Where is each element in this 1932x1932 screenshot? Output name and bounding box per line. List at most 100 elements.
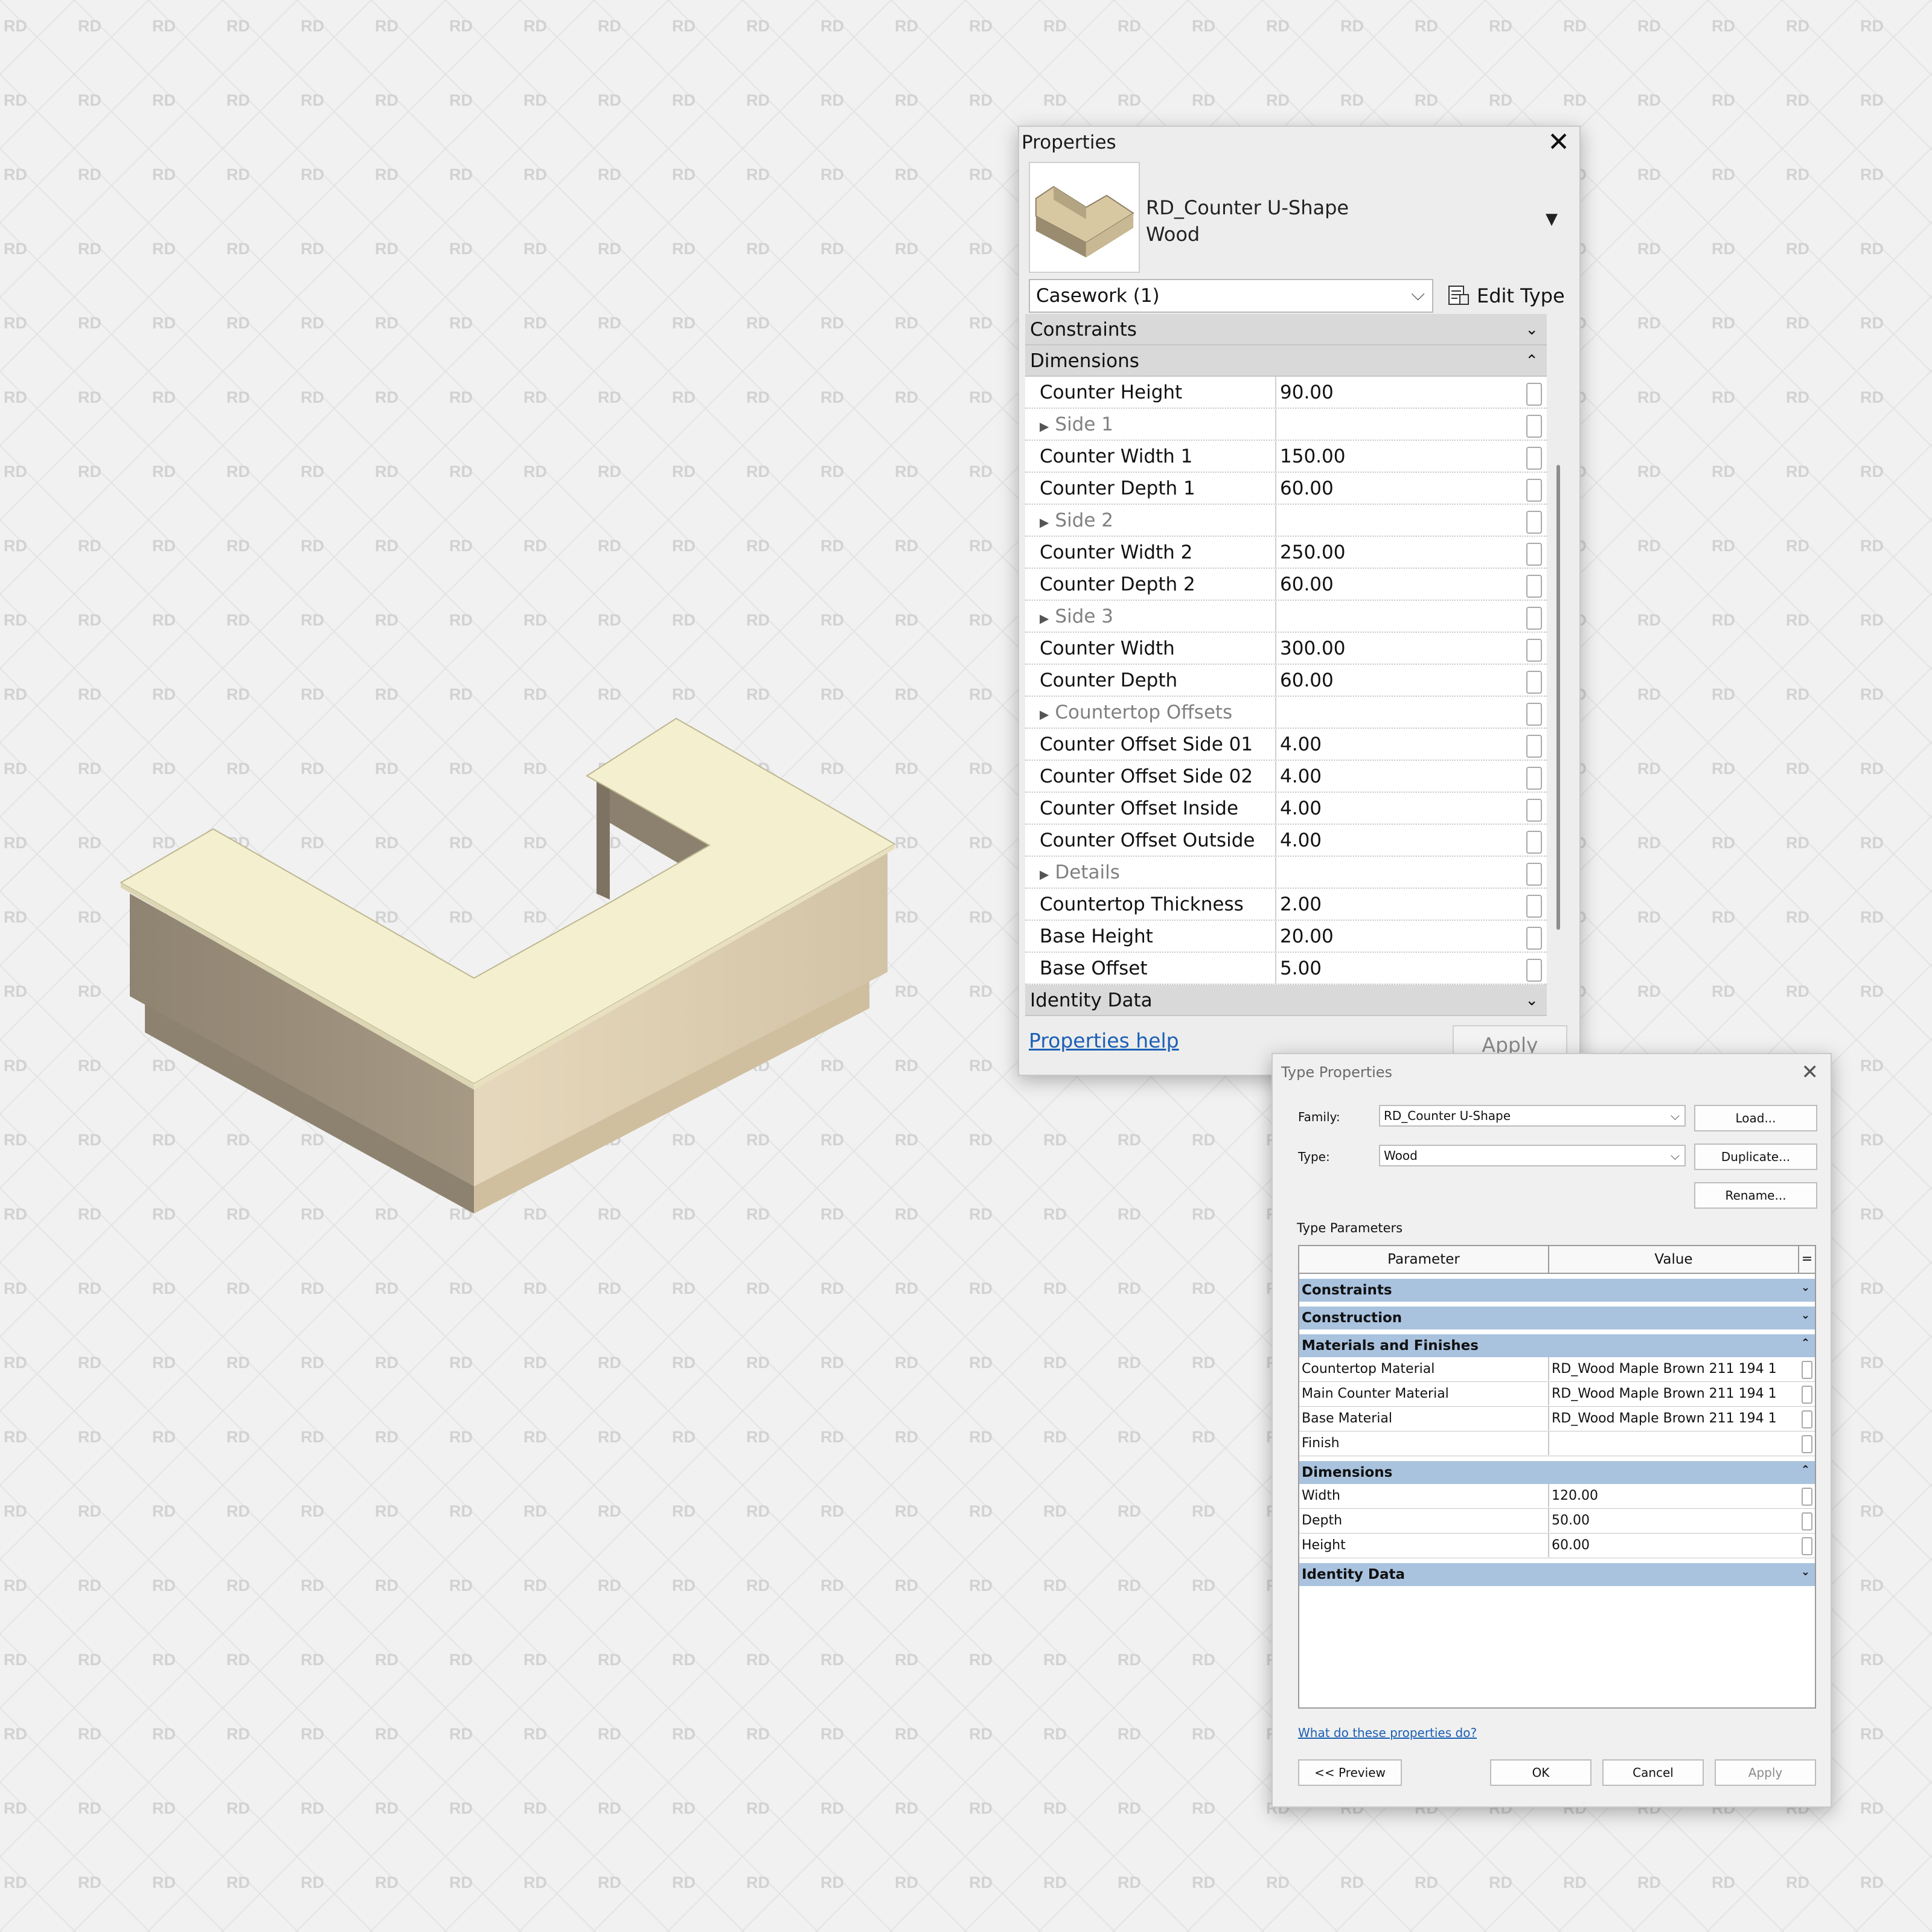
- parameter-value[interactable]: [1548, 1431, 1798, 1455]
- property-value[interactable]: 250.00: [1275, 537, 1520, 568]
- property-row[interactable]: Base Height 20.00: [1025, 921, 1547, 953]
- property-row[interactable]: Counter Offset Inside 4.00: [1025, 793, 1547, 825]
- property-value[interactable]: 60.00: [1275, 473, 1520, 504]
- group-materials-and-finishes[interactable]: Materials and Finishes ⌃: [1299, 1334, 1815, 1357]
- associate-parameter-button[interactable]: [1526, 831, 1542, 854]
- associate-parameter-button[interactable]: [1526, 863, 1542, 886]
- group-identity-data[interactable]: Identity Data ⌄: [1299, 1563, 1815, 1586]
- group-dimensions[interactable]: Dimensions ⌃: [1299, 1461, 1815, 1484]
- property-value[interactable]: 4.00: [1275, 793, 1520, 824]
- subgroup-row[interactable]: ▶ Side 2: [1025, 505, 1547, 537]
- properties-scrollbar[interactable]: [1556, 465, 1560, 930]
- parameter-value[interactable]: 60.00: [1548, 1534, 1798, 1557]
- associate-parameter-button[interactable]: [1526, 927, 1542, 950]
- rename-button[interactable]: Rename...: [1694, 1182, 1817, 1209]
- property-value[interactable]: 4.00: [1275, 825, 1520, 856]
- parameter-value[interactable]: 120.00: [1548, 1484, 1798, 1508]
- subgroup-row[interactable]: ▶ Side 1: [1025, 409, 1547, 441]
- property-value[interactable]: 60.00: [1275, 569, 1520, 600]
- close-icon[interactable]: ✕: [1547, 129, 1570, 156]
- expand-triangle-icon[interactable]: ▶: [1040, 867, 1049, 881]
- ok-button[interactable]: OK: [1490, 1759, 1591, 1786]
- associate-parameter-button[interactable]: [1526, 479, 1542, 502]
- associate-parameter-button[interactable]: [1802, 1512, 1812, 1531]
- cancel-button[interactable]: Cancel: [1602, 1759, 1704, 1786]
- associate-parameter-button[interactable]: [1802, 1386, 1812, 1404]
- properties-help-link[interactable]: Properties help: [1029, 1029, 1179, 1052]
- parameter-value[interactable]: RD_Wood Maple Brown 211 194 1: [1548, 1357, 1798, 1381]
- chevron-down-icon[interactable]: ▼: [1546, 210, 1558, 228]
- associate-parameter-button[interactable]: [1526, 799, 1542, 822]
- property-row[interactable]: Base Offset 5.00: [1025, 953, 1547, 985]
- property-row[interactable]: Counter Height 90.00: [1025, 377, 1547, 409]
- associate-parameter-button[interactable]: [1526, 575, 1542, 598]
- group-identity-data[interactable]: Identity Data ⌄: [1025, 985, 1547, 1016]
- help-link[interactable]: What do these properties do?: [1298, 1726, 1477, 1740]
- subgroup-row[interactable]: ▶ Details: [1025, 857, 1547, 889]
- property-value[interactable]: 5.00: [1275, 953, 1520, 984]
- associate-parameter-button[interactable]: [1526, 447, 1542, 470]
- associate-parameter-button[interactable]: [1526, 543, 1542, 566]
- property-value[interactable]: 90.00: [1275, 377, 1520, 408]
- table-row[interactable]: Countertop Material RD_Wood Maple Brown 2…: [1299, 1357, 1815, 1382]
- expand-triangle-icon[interactable]: ▶: [1040, 707, 1049, 721]
- property-row[interactable]: Counter Width 300.00: [1025, 633, 1547, 665]
- property-value[interactable]: 150.00: [1275, 441, 1520, 472]
- expand-triangle-icon[interactable]: ▶: [1040, 419, 1049, 433]
- load-button[interactable]: Load...: [1694, 1105, 1817, 1131]
- table-row[interactable]: Width 120.00: [1299, 1484, 1815, 1509]
- associate-parameter-button[interactable]: [1802, 1435, 1812, 1453]
- property-value[interactable]: 300.00: [1275, 633, 1520, 664]
- associate-parameter-button[interactable]: [1526, 767, 1542, 790]
- associate-parameter-button[interactable]: [1526, 607, 1542, 630]
- associate-parameter-button[interactable]: [1802, 1488, 1812, 1506]
- associate-parameter-button[interactable]: [1526, 735, 1542, 758]
- apply-button[interactable]: Apply: [1715, 1759, 1816, 1786]
- close-icon[interactable]: ✕: [1802, 1060, 1819, 1084]
- associate-parameter-button[interactable]: [1526, 671, 1542, 694]
- associate-parameter-button[interactable]: [1802, 1361, 1812, 1379]
- table-row[interactable]: Finish: [1299, 1431, 1815, 1456]
- property-row[interactable]: Counter Offset Side 01 4.00: [1025, 729, 1547, 761]
- associate-parameter-button[interactable]: [1526, 415, 1542, 438]
- category-filter-dropdown[interactable]: Casework (1) ⌵: [1029, 279, 1433, 313]
- subgroup-row[interactable]: ▶ Countertop Offsets: [1025, 697, 1547, 729]
- associate-parameter-button[interactable]: [1802, 1410, 1812, 1428]
- associate-parameter-button[interactable]: [1526, 959, 1542, 982]
- property-value[interactable]: 2.00: [1275, 889, 1520, 920]
- group-dimensions[interactable]: Dimensions ⌃: [1025, 345, 1547, 377]
- duplicate-button[interactable]: Duplicate...: [1694, 1144, 1817, 1170]
- table-row[interactable]: Depth 50.00: [1299, 1509, 1815, 1534]
- parameter-value[interactable]: RD_Wood Maple Brown 211 194 1: [1548, 1407, 1798, 1430]
- associate-parameter-button[interactable]: [1526, 511, 1542, 534]
- property-row[interactable]: Counter Depth 2 60.00: [1025, 569, 1547, 601]
- property-row[interactable]: Countertop Thickness 2.00: [1025, 889, 1547, 921]
- property-row[interactable]: Counter Depth 1 60.00: [1025, 473, 1547, 505]
- expand-triangle-icon[interactable]: ▶: [1040, 611, 1049, 625]
- type-dropdown[interactable]: Wood ⌵: [1379, 1145, 1686, 1166]
- property-value[interactable]: 60.00: [1275, 665, 1520, 696]
- property-value[interactable]: 4.00: [1275, 761, 1520, 792]
- parameter-value[interactable]: RD_Wood Maple Brown 211 194 1: [1548, 1382, 1798, 1406]
- table-row[interactable]: Main Counter Material RD_Wood Maple Brown…: [1299, 1382, 1815, 1407]
- associate-parameter-button[interactable]: [1802, 1537, 1812, 1555]
- property-value[interactable]: 4.00: [1275, 729, 1520, 760]
- edit-type-button[interactable]: Edit Type: [1447, 280, 1565, 312]
- preview-button[interactable]: << Preview: [1298, 1759, 1402, 1786]
- property-value[interactable]: 20.00: [1275, 921, 1520, 952]
- associate-parameter-button[interactable]: [1526, 703, 1542, 726]
- group-constraints[interactable]: Constraints ⌄: [1299, 1279, 1815, 1302]
- group-construction[interactable]: Construction ⌄: [1299, 1307, 1815, 1329]
- table-row[interactable]: Height 60.00: [1299, 1534, 1815, 1558]
- property-row[interactable]: Counter Offset Outside 4.00: [1025, 825, 1547, 857]
- property-row[interactable]: Counter Width 1 150.00: [1025, 441, 1547, 473]
- property-row[interactable]: Counter Depth 60.00: [1025, 665, 1547, 697]
- family-dropdown[interactable]: RD_Counter U-Shape ⌵: [1379, 1105, 1686, 1127]
- table-row[interactable]: Base Material RD_Wood Maple Brown 211 194…: [1299, 1407, 1815, 1431]
- property-row[interactable]: Counter Width 2 250.00: [1025, 537, 1547, 569]
- type-selector[interactable]: RD_Counter U-Shape Wood ▼: [1029, 162, 1567, 279]
- expand-triangle-icon[interactable]: ▶: [1040, 515, 1049, 529]
- parameter-value[interactable]: 50.00: [1548, 1509, 1798, 1532]
- associate-parameter-button[interactable]: [1526, 383, 1542, 406]
- group-constraints[interactable]: Constraints ⌄: [1025, 314, 1547, 345]
